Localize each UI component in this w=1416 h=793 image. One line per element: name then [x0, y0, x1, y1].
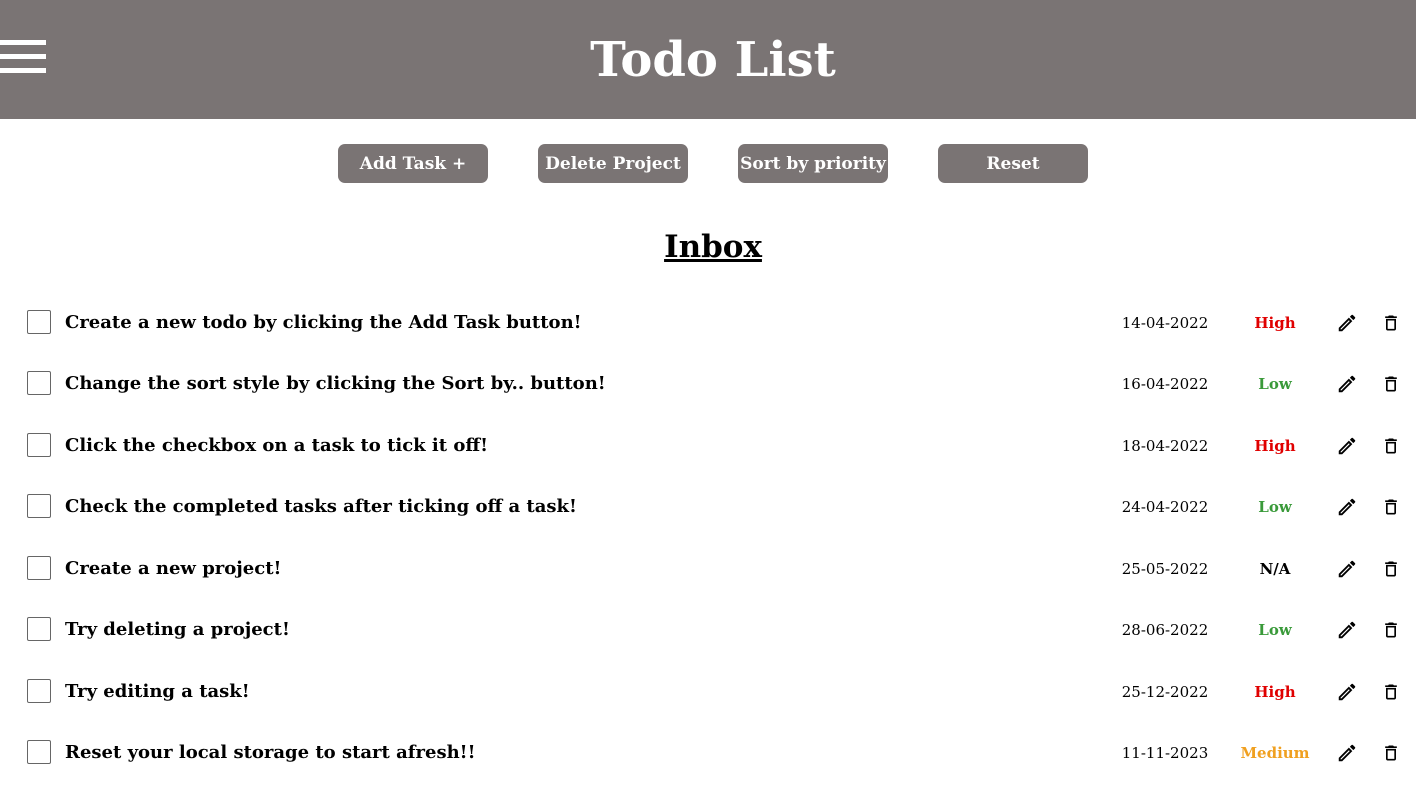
project-title: Inbox	[664, 229, 762, 265]
trash-icon[interactable]	[1381, 435, 1401, 457]
task-checkbox[interactable]	[27, 679, 51, 703]
task-checkbox[interactable]	[27, 740, 51, 764]
task-text: Click the checkbox on a task to tick it …	[65, 435, 489, 456]
reset-button[interactable]: Reset	[938, 144, 1088, 183]
task-date: 11-11-2023	[1121, 744, 1209, 762]
task-date: 16-04-2022	[1121, 375, 1209, 393]
task-row: Reset your local storage to start afresh…	[0, 733, 1416, 773]
pencil-icon[interactable]	[1336, 373, 1358, 395]
pencil-icon[interactable]	[1336, 742, 1358, 764]
task-checkbox[interactable]	[27, 494, 51, 518]
task-priority: Low	[1258, 498, 1292, 516]
trash-icon[interactable]	[1381, 681, 1401, 703]
task-checkbox[interactable]	[27, 433, 51, 457]
task-date: 14-04-2022	[1121, 314, 1209, 332]
task-priority: High	[1254, 683, 1296, 701]
task-checkbox[interactable]	[27, 556, 51, 580]
task-text: Create a new project!	[65, 558, 282, 579]
pencil-icon[interactable]	[1336, 312, 1358, 334]
app-header: Todo List	[0, 0, 1416, 119]
pencil-icon[interactable]	[1336, 619, 1358, 641]
task-row: Check the completed tasks after ticking …	[0, 487, 1416, 527]
pencil-icon[interactable]	[1336, 435, 1358, 457]
trash-icon[interactable]	[1381, 312, 1401, 334]
sort-button[interactable]: Sort by priority	[738, 144, 888, 183]
trash-icon[interactable]	[1381, 496, 1401, 518]
task-row: Try deleting a project! 28-06-2022 Low	[0, 610, 1416, 650]
task-date: 18-04-2022	[1121, 437, 1209, 455]
task-priority: High	[1254, 437, 1296, 455]
task-text: Check the completed tasks after ticking …	[65, 496, 577, 517]
task-checkbox[interactable]	[27, 310, 51, 334]
trash-icon[interactable]	[1381, 619, 1401, 641]
task-date: 24-04-2022	[1121, 498, 1209, 516]
pencil-icon[interactable]	[1336, 558, 1358, 580]
task-text: Change the sort style by clicking the So…	[65, 373, 606, 394]
add-task-button[interactable]: Add Task +	[338, 144, 488, 183]
task-date: 25-05-2022	[1121, 560, 1209, 578]
task-priority: Low	[1258, 375, 1292, 393]
task-priority: N/A	[1259, 560, 1291, 578]
task-text: Try editing a task!	[65, 681, 250, 702]
task-text: Create a new todo by clicking the Add Ta…	[65, 312, 582, 333]
task-checkbox[interactable]	[27, 371, 51, 395]
pencil-icon[interactable]	[1336, 496, 1358, 518]
trash-icon[interactable]	[1381, 558, 1401, 580]
task-date: 25-12-2022	[1121, 683, 1209, 701]
task-priority: Medium	[1240, 744, 1310, 762]
task-text: Reset your local storage to start afresh…	[65, 742, 476, 763]
task-priority: Low	[1258, 621, 1292, 639]
task-row: Create a new project! 25-05-2022 N/A	[0, 549, 1416, 589]
pencil-icon[interactable]	[1336, 681, 1358, 703]
task-row: Change the sort style by clicking the So…	[0, 364, 1416, 404]
delete-project-button[interactable]: Delete Project	[538, 144, 688, 183]
task-text: Try deleting a project!	[65, 619, 290, 640]
page-title: Todo List	[590, 31, 836, 88]
task-priority: High	[1254, 314, 1296, 332]
trash-icon[interactable]	[1381, 373, 1401, 395]
task-row: Create a new todo by clicking the Add Ta…	[0, 303, 1416, 343]
task-row: Click the checkbox on a task to tick it …	[0, 426, 1416, 466]
task-row: Try editing a task! 25-12-2022 High	[0, 672, 1416, 712]
trash-icon[interactable]	[1381, 742, 1401, 764]
task-date: 28-06-2022	[1121, 621, 1209, 639]
task-checkbox[interactable]	[27, 617, 51, 641]
